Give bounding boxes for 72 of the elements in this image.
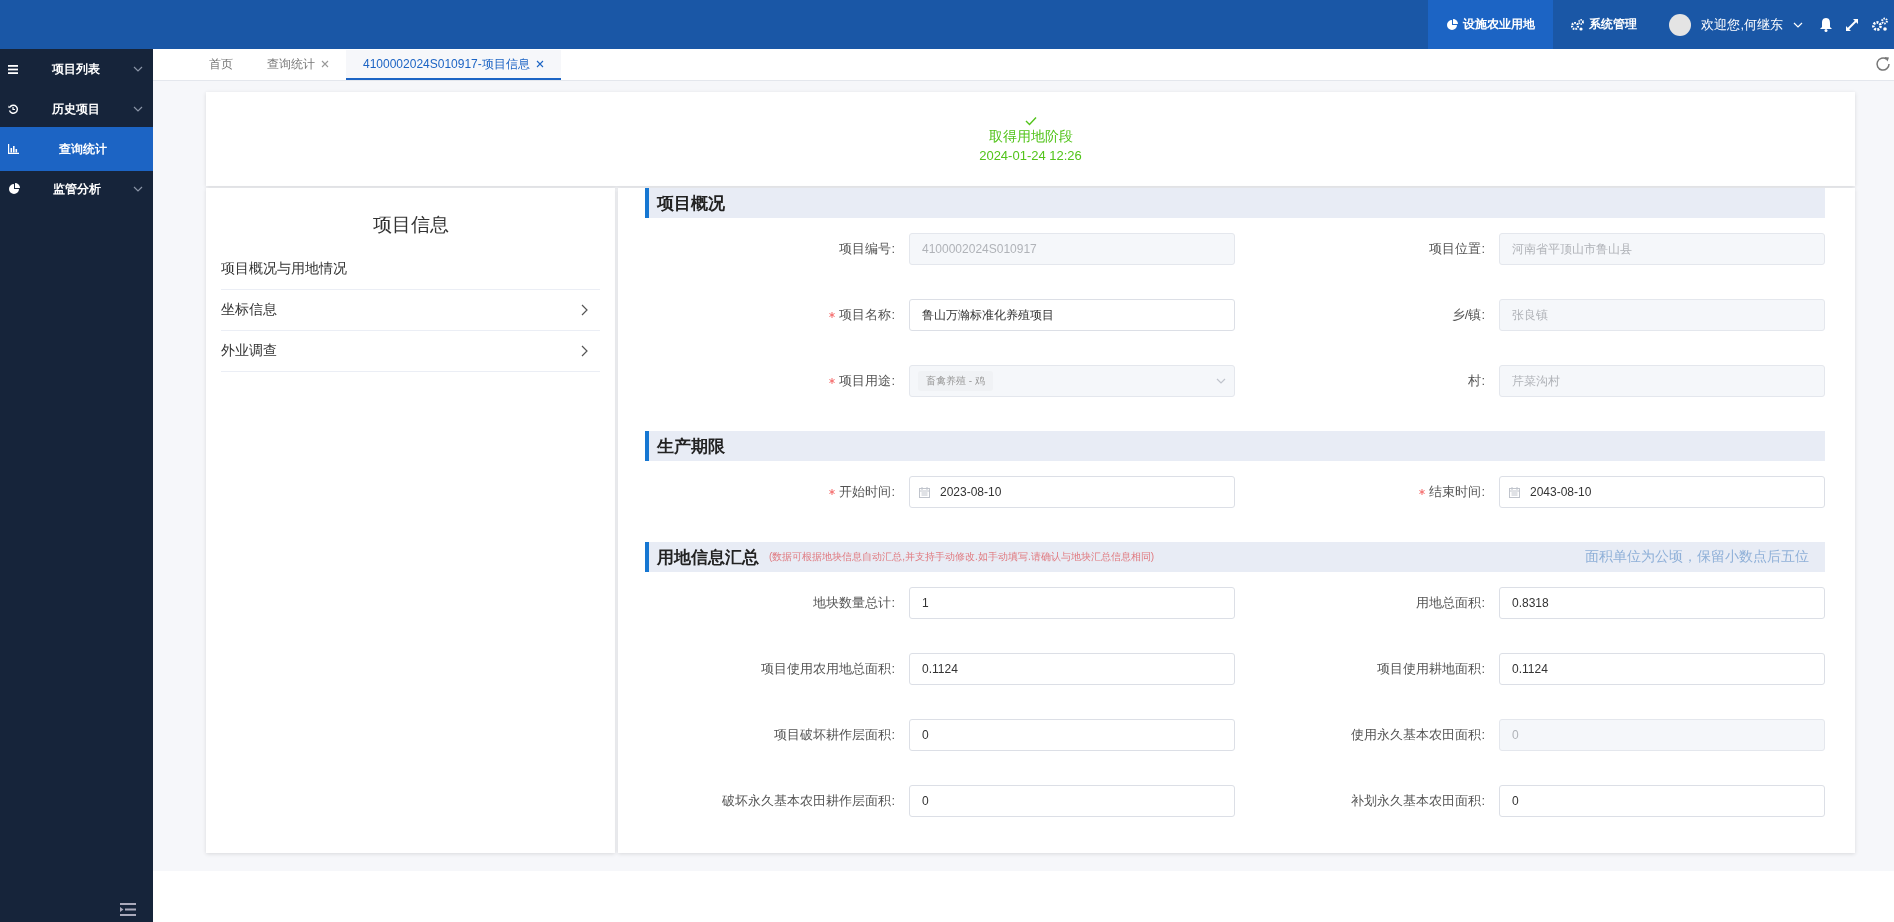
chevron-down-icon bbox=[133, 106, 143, 112]
panel-title: 项目信息 bbox=[371, 213, 450, 237]
bell-icon[interactable] bbox=[1819, 17, 1833, 32]
expand-icon[interactable] bbox=[1845, 17, 1859, 32]
close-icon[interactable] bbox=[321, 60, 329, 68]
tab[interactable]: 查询统计 bbox=[250, 50, 346, 80]
chevron-down-icon bbox=[1216, 378, 1226, 384]
field-label: 开始时间: bbox=[839, 483, 895, 501]
field-label: 地块数量总计: bbox=[813, 594, 895, 612]
field-label: 项目编号: bbox=[839, 240, 895, 258]
tab[interactable]: 4100002024S010917-项目信息 bbox=[346, 50, 561, 80]
field-label: 项目名称: bbox=[839, 306, 895, 324]
field-label: 项目用途: bbox=[839, 372, 895, 390]
menu-item[interactable]: 坐标信息 bbox=[221, 290, 600, 331]
field-label: 村: bbox=[1468, 372, 1485, 390]
field-label: 乡/镇: bbox=[1451, 306, 1485, 324]
input-field[interactable]: 0 bbox=[909, 785, 1235, 817]
nav-tab[interactable]: 系统管理 bbox=[1553, 0, 1656, 49]
field-label: 使用永久基本农田面积: bbox=[1351, 726, 1485, 744]
section-title: 用地信息汇总 bbox=[657, 546, 759, 569]
section-title: 生产期限 bbox=[657, 435, 725, 458]
pie-chart-icon bbox=[8, 183, 20, 195]
gears-icon bbox=[1571, 18, 1585, 31]
input-field[interactable]: 1 bbox=[909, 587, 1235, 619]
input-field[interactable]: 鲁山万瀚标准化养殖项目 bbox=[909, 299, 1235, 331]
sidebar-item[interactable]: 监管分析 bbox=[0, 169, 153, 209]
check-icon bbox=[1024, 115, 1037, 126]
chevron-right-icon bbox=[581, 304, 588, 316]
close-icon[interactable] bbox=[535, 60, 544, 68]
menu-icon bbox=[8, 64, 18, 74]
date-field[interactable]: 2023-08-10 bbox=[909, 476, 1235, 508]
unit-hint: 面积单位为公顷，保留小数点后五位 bbox=[1585, 548, 1809, 566]
field-label: 项目破坏耕作层面积: bbox=[774, 726, 895, 744]
field-label: 项目使用耕地面积: bbox=[1377, 660, 1485, 678]
field-label: 用地总面积: bbox=[1416, 594, 1485, 612]
field-label: 破坏永久基本农田耕作层面积: bbox=[722, 792, 895, 810]
input-field[interactable]: 0.1124 bbox=[909, 653, 1235, 685]
chevron-down-icon bbox=[1793, 21, 1803, 28]
selected-tag: 畜禽养殖 - 鸡 bbox=[918, 371, 993, 391]
chevron-right-icon bbox=[581, 345, 588, 357]
input-field[interactable]: 0 bbox=[1499, 785, 1825, 817]
input-field[interactable]: 0.8318 bbox=[1499, 587, 1825, 619]
chevron-down-icon bbox=[133, 66, 143, 72]
field-label: 补划永久基本农田面积: bbox=[1351, 792, 1485, 810]
refresh-icon[interactable] bbox=[1874, 55, 1892, 73]
input-field[interactable]: 0 bbox=[909, 719, 1235, 751]
collapse-menu-icon[interactable] bbox=[120, 903, 136, 916]
menu-item[interactable]: 外业调查 bbox=[221, 331, 600, 372]
date-field[interactable]: 2043-08-10 bbox=[1499, 476, 1825, 508]
section-title: 项目概况 bbox=[657, 192, 725, 215]
pie-chart-icon bbox=[1446, 18, 1459, 31]
input-field[interactable]: 0.1124 bbox=[1499, 653, 1825, 685]
sidebar-item[interactable]: 项目列表 bbox=[0, 49, 153, 89]
field-label: 结束时间: bbox=[1429, 483, 1485, 501]
section-note: (数据可根据地块信息自动汇总,并支持手动修改.如手动填写.请确认与地块汇总信息相同) bbox=[769, 550, 1154, 564]
nav-tab[interactable]: 设施农业用地 bbox=[1428, 0, 1554, 49]
chevron-down-icon bbox=[133, 186, 143, 192]
avatar[interactable] bbox=[1669, 13, 1692, 36]
user-greeting[interactable]: 欢迎您,何继东 bbox=[1701, 15, 1783, 34]
sidebar-item[interactable]: 查询统计 bbox=[0, 127, 153, 171]
tab[interactable]: 首页 bbox=[192, 50, 250, 80]
status-date: 2024-01-24 12:26 bbox=[979, 147, 1082, 163]
history-icon bbox=[8, 104, 18, 114]
calendar-icon bbox=[919, 487, 930, 498]
field-label: 项目位置: bbox=[1429, 240, 1485, 258]
status-title: 取得用地阶段 bbox=[988, 127, 1073, 146]
sidebar-item[interactable]: 历史项目 bbox=[0, 89, 153, 129]
menu-item[interactable]: 项目概况与用地情况 bbox=[221, 249, 600, 290]
calendar-icon bbox=[1509, 487, 1520, 498]
settings-icon[interactable] bbox=[1871, 17, 1888, 32]
field-label: 项目使用农用地总面积: bbox=[761, 660, 895, 678]
bar-chart-icon bbox=[8, 144, 19, 154]
